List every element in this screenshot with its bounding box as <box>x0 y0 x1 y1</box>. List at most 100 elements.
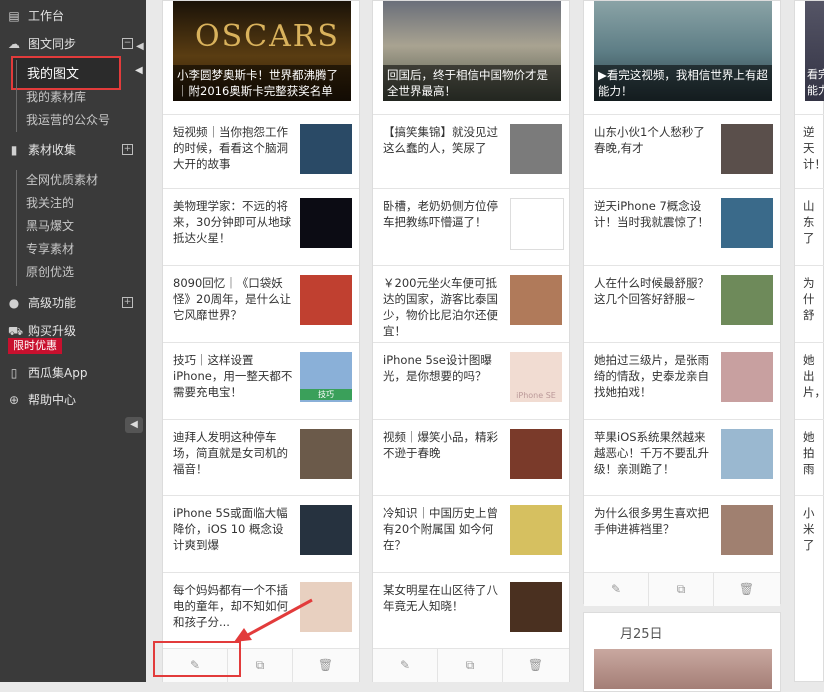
list-item[interactable]: iPhone 5S或面临大幅降价，iOS 10 概念设计爽到爆 <box>163 495 359 572</box>
article-title: 山东了 <box>803 199 815 245</box>
article-title: 人在什么时候最舒服？这几个回答好舒服~ <box>594 276 709 306</box>
delete-button[interactable]: 🗑 <box>293 649 358 682</box>
list-item[interactable]: 逆天计！ <box>795 114 824 185</box>
hero-article[interactable] <box>594 649 772 689</box>
hero-caption: 看完能力 <box>807 68 824 97</box>
list-item[interactable]: 8090回忆｜《口袋妖怪》20周年，是什么让它风靡世界？ <box>163 265 359 342</box>
hero-article[interactable]: 看完能力 <box>805 1 824 101</box>
article-title: 她出片，亲自 <box>803 353 824 399</box>
dashboard-icon: ▤ <box>8 9 20 23</box>
nav-help[interactable]: ⊕ 帮助中心 <box>0 389 146 411</box>
article-thumbnail <box>721 198 773 248</box>
article-thumbnail: 技巧 <box>300 352 352 402</box>
hero-article[interactable]: 回国后，终于相信中国物价才是全世界最高！ <box>383 1 561 101</box>
edit-button[interactable]: ✎ <box>373 649 438 682</box>
bookmark-icon: ▮ <box>10 143 18 157</box>
trash-icon: 🗑 <box>738 582 755 596</box>
list-item[interactable]: 为什么很多男生喜欢把手伸进裤裆里？ <box>584 495 780 572</box>
article-title: 冷知识｜中国历史上曾有20个附属国 如今何在？ <box>383 506 498 552</box>
article-thumbnail <box>721 505 773 555</box>
article-thumbnail <box>300 505 352 555</box>
article-title: ￥200元坐火车便可抵达的国家，游客比泰国少，物价比尼泊尔还便宜！ <box>383 276 498 338</box>
article-thumbnail <box>510 124 562 174</box>
nav-app-label: 西瓜集App <box>28 366 88 380</box>
list-item[interactable]: 技巧｜这样设置iPhone，用一整天都不需要充电宝！ 技巧 <box>163 342 359 419</box>
list-item[interactable]: 人在什么时候最舒服？这几个回答好舒服~ <box>584 265 780 342</box>
nav-advanced[interactable]: ● 高级功能 + <box>0 292 146 314</box>
list-item[interactable]: 视频｜爆笑小品，精彩不逊于春晚 <box>373 419 569 495</box>
list-item[interactable]: 她出片，亲自 <box>795 342 824 413</box>
nav-app[interactable]: ▯ 西瓜集App <box>0 362 146 384</box>
list-item[interactable]: 她拍雨绮亲自 <box>795 419 824 490</box>
edit-button[interactable]: ✎ <box>584 573 649 606</box>
list-item[interactable]: 山东小伙1个人愁秒了春晚,有才 <box>584 114 780 188</box>
article-thumbnail <box>721 124 773 174</box>
list-item[interactable]: 苹果iOS系统果然越来越恶心！千万不要乱升级！亲测跪了！ <box>584 419 780 495</box>
nav-advanced-label: 高级功能 <box>28 296 77 310</box>
list-item[interactable]: 小米了19米5平 <box>795 495 824 566</box>
expand-icon[interactable]: + <box>122 144 133 155</box>
article-thumbnail <box>510 429 562 479</box>
list-item[interactable]: ￥200元坐火车便可抵达的国家，游客比泰国少，物价比尼泊尔还便宜！ <box>373 265 569 342</box>
sidebar-item-my-accounts[interactable]: 我运营的公众号 <box>26 110 110 130</box>
hero-article[interactable]: ▶看完这视频，我相信世界上有超能力！ <box>594 1 772 101</box>
article-title: iPhone 5se设计图曝光，是你想要的吗？ <box>383 353 492 383</box>
list-item[interactable]: 迪拜人发明这种停车场，简直就是女司机的福音！ <box>163 419 359 495</box>
hero-article[interactable]: OSCARS 小李圆梦奥斯卡！世界都沸腾了｜附2016奥斯卡完整获奖名单 <box>173 1 351 101</box>
nav-workbench[interactable]: ▤ 工作台 <box>0 5 146 27</box>
article-title: 8090回忆｜《口袋妖怪》20周年，是什么让它风靡世界？ <box>173 276 292 322</box>
delete-button[interactable]: 🗑 <box>714 573 779 606</box>
collapse-icon[interactable]: − <box>122 38 133 49</box>
nav-workbench-label: 工作台 <box>28 9 65 23</box>
sidebar-item-premium[interactable]: 全网优质素材 <box>26 170 98 190</box>
highlight-box <box>11 56 121 90</box>
caret-left-icon: ◀ <box>136 41 144 52</box>
list-item[interactable]: 美物理学家：不远的将来，30分钟即可从地球抵达火星！ <box>163 188 359 265</box>
list-item[interactable]: 【搞笑集锦】就没见过这么蠢的人，笑尿了 <box>373 114 569 188</box>
copy-icon: ⧉ <box>676 582 686 596</box>
article-title: 小米了19米5平 <box>803 506 815 552</box>
article-card-next: 月25日 <box>583 612 781 692</box>
pencil-icon: ✎ <box>610 582 622 596</box>
hero-caption: ▶看完这视频，我相信世界上有超能力！ <box>594 65 772 101</box>
delete-button[interactable]: 🗑 <box>503 649 568 682</box>
collapse-sidebar-button[interactable]: ◀ <box>125 417 143 433</box>
cloud-icon: ☁ <box>8 37 20 51</box>
sidebar-item-viral[interactable]: 黑马爆文 <box>26 216 74 236</box>
oscars-logo-text: OSCARS <box>195 19 340 54</box>
article-title: 逆天iPhone 7概念设计！当时我就震惊了！ <box>594 199 709 229</box>
tree-line <box>16 60 17 132</box>
sidebar-item-my-materials[interactable]: 我的素材库 <box>26 87 86 107</box>
hero-caption: 回国后，终于相信中国物价才是全世界最高！ <box>383 65 561 101</box>
list-item[interactable]: iPhone 5se设计图曝光，是你想要的吗？ iPhone SE <box>373 342 569 419</box>
article-title: 她拍过三级片，是张雨绮的情敌，史泰龙亲自找她拍戏！ <box>594 353 709 399</box>
list-item[interactable]: 卧槽，老奶奶侧方位停车把教练吓懵逼了！ <box>373 188 569 265</box>
list-item[interactable]: 为什舒服 <box>795 265 824 336</box>
list-item[interactable]: 短视频｜当你抱怨工作的时候，看看这个脑洞大开的故事 <box>163 114 359 188</box>
list-item[interactable]: 山东了 <box>795 188 824 259</box>
sidebar-item-exclusive[interactable]: 专享素材 <box>26 239 74 259</box>
list-item[interactable]: 逆天iPhone 7概念设计！当时我就震惊了！ <box>584 188 780 265</box>
sidebar-item-following[interactable]: 我关注的 <box>26 193 74 213</box>
copy-button[interactable]: ⧉ <box>649 573 714 606</box>
article-thumbnail <box>300 429 352 479</box>
article-thumbnail <box>510 198 564 250</box>
cart-icon: ⛟ <box>8 324 24 338</box>
article-title: 为什舒服 <box>803 276 815 322</box>
article-title: 短视频｜当你抱怨工作的时候，看看这个脑洞大开的故事 <box>173 125 288 171</box>
promo-badge[interactable]: 限时优惠 <box>8 338 62 354</box>
nav-collect[interactable]: ▮ 素材收集 + <box>0 139 146 161</box>
annotation-arrow <box>234 598 313 642</box>
article-title: 卧槽，老奶奶侧方位停车把教练吓懵逼了！ <box>383 199 498 229</box>
nav-sync[interactable]: ☁ 图文同步 − ◀ <box>0 33 146 55</box>
expand-icon[interactable]: + <box>122 297 133 308</box>
article-title: 技巧｜这样设置iPhone，用一整天都不需要充电宝！ <box>173 353 293 399</box>
user-icon: ● <box>8 296 20 310</box>
list-item[interactable]: 她拍过三级片，是张雨绮的情敌，史泰龙亲自找她拍戏！ <box>584 342 780 419</box>
sidebar-item-original[interactable]: 原创优选 <box>26 262 74 282</box>
list-item[interactable]: 冷知识｜中国历史上曾有20个附属国 如今何在？ <box>373 495 569 572</box>
list-item[interactable]: 某女明星在山区待了八年竟无人知晓！ <box>373 572 569 648</box>
copy-button[interactable]: ⧉ <box>438 649 503 682</box>
article-card-4: 看完能力逆天计！ 山东了为什舒服她出片，亲自她拍雨绮亲自小米了19米5平 <box>794 0 824 682</box>
article-thumbnail <box>300 124 352 174</box>
